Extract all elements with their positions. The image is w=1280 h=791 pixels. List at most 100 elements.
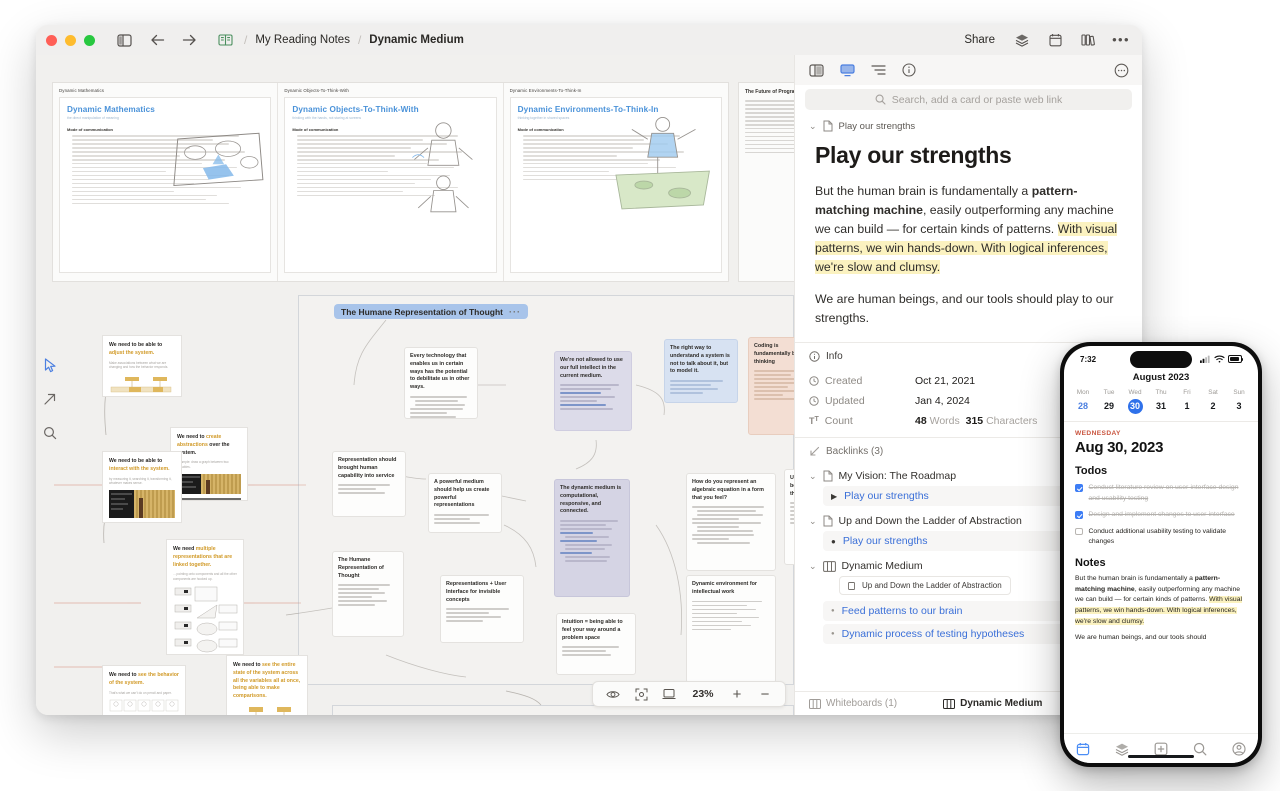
focus-icon[interactable] xyxy=(634,687,648,701)
present-icon[interactable] xyxy=(662,687,676,701)
note-card[interactable]: Representations + User Interface for inv… xyxy=(440,575,524,643)
share-button[interactable]: Share xyxy=(959,32,1000,48)
doc-column[interactable]: Dynamic Mathematics Dynamic Mathematics … xyxy=(53,83,279,281)
note-card[interactable]: How do you represent an algebraic equati… xyxy=(686,473,776,571)
display-icon[interactable] xyxy=(838,61,856,79)
calendar-month-label[interactable]: August 2023 xyxy=(1064,368,1258,389)
note-card[interactable]: Intuition = being able to feel your way … xyxy=(556,613,636,675)
calendar-day[interactable]: Fri 1 xyxy=(1174,389,1200,414)
close-button[interactable] xyxy=(46,34,57,46)
document-strip[interactable]: Dynamic Mathematics Dynamic Mathematics … xyxy=(52,82,729,282)
search-input[interactable]: Search, add a card or paste web link xyxy=(805,89,1132,110)
more-circle-icon[interactable] xyxy=(1112,61,1130,79)
slide-card[interactable]: We need to be able to interact with the … xyxy=(102,451,182,523)
library-icon[interactable] xyxy=(1077,29,1099,51)
zoom-button[interactable] xyxy=(84,34,95,46)
calendar-day[interactable]: Sun 3 xyxy=(1226,389,1252,414)
layers-tab-icon[interactable] xyxy=(1103,742,1142,756)
phone-content[interactable]: WEDNESDAY Aug 30, 2023 Todos Conduct lit… xyxy=(1064,422,1258,733)
checkbox-checked-icon[interactable] xyxy=(1075,484,1083,492)
zoom-in-button[interactable]: + xyxy=(730,686,744,703)
note-card[interactable]: Coding is fundamentally bad for thinking xyxy=(748,337,794,435)
todo-item[interactable]: Conduct literature review on user-interf… xyxy=(1075,483,1247,504)
cursor-tool-icon[interactable] xyxy=(40,355,60,375)
calendar-tab-icon[interactable] xyxy=(1064,742,1103,756)
note-card[interactable]: A powerful medium should help us create … xyxy=(428,473,502,533)
checkbox-unchecked-icon[interactable] xyxy=(1075,527,1083,536)
calendar-week-strip[interactable]: Mon 28 Tue 29 Wed 30 Thu 31 Fri 1 Sat 2 … xyxy=(1064,389,1258,422)
doc-card[interactable]: Dynamic Environments-To-Think-In thinkin… xyxy=(509,97,722,273)
doc-column[interactable]: Dynamic Objects-To-Think-With Dynamic Ob… xyxy=(278,83,504,281)
phone-status-bar: 7:32 xyxy=(1064,346,1258,368)
note-card[interactable]: Every technology that enables us in cert… xyxy=(404,347,478,419)
search-tool-icon[interactable] xyxy=(40,423,60,443)
outline-icon[interactable] xyxy=(869,61,887,79)
whiteboards-count[interactable]: Whiteboards (1) xyxy=(809,698,897,709)
slide-card[interactable]: We need multiple representations that ar… xyxy=(166,539,244,655)
slide-card[interactable]: We need to see the entire state of the s… xyxy=(226,655,308,715)
whiteboard-canvas[interactable]: Dynamic Mathematics Dynamic Mathematics … xyxy=(36,55,794,715)
doc-card[interactable]: Dynamic Objects-To-Think-With thinking w… xyxy=(284,97,497,273)
chevron-down-icon[interactable]: ⌄ xyxy=(809,471,817,482)
calendar-day[interactable]: Mon 28 xyxy=(1070,389,1096,414)
group-pill-humane[interactable]: The Humane Representation of Thought ··· xyxy=(334,304,528,319)
info-icon[interactable] xyxy=(900,61,918,79)
todo-item[interactable]: Design and implement changes to user-int… xyxy=(1075,510,1247,521)
slide-heading-pre: We need to xyxy=(109,672,139,678)
note-card[interactable]: We're not allowed to use our full intell… xyxy=(554,351,632,431)
add-tab-icon[interactable] xyxy=(1142,742,1181,756)
card-icon xyxy=(848,581,855,590)
chevron-down-icon[interactable]: ⌄ xyxy=(809,561,817,572)
note-heading: How do you represent an algebraic equati… xyxy=(692,479,764,501)
traffic-lights[interactable] xyxy=(46,34,95,46)
forward-arrow-icon[interactable] xyxy=(178,29,200,51)
canvas-zoom-bar[interactable]: 23% + − xyxy=(592,681,786,707)
page-title: Play our strengths xyxy=(815,142,1012,168)
checkbox-checked-icon[interactable] xyxy=(1075,511,1083,519)
calendar-day-selected[interactable]: Wed 30 xyxy=(1122,389,1148,414)
minimize-button[interactable] xyxy=(65,34,76,46)
zoom-out-button[interactable]: − xyxy=(758,686,772,703)
sidebar-toggle-icon[interactable] xyxy=(113,29,135,51)
doc-column[interactable]: Dynamic Environments-To-Think-In Dynamic… xyxy=(504,83,728,281)
eye-icon[interactable] xyxy=(606,687,620,701)
calendar-icon[interactable] xyxy=(1044,29,1066,51)
more-icon[interactable]: ••• xyxy=(1110,29,1132,51)
zoom-level-label[interactable]: 23% xyxy=(690,688,716,700)
arrow-tool-icon[interactable] xyxy=(40,389,60,409)
search-icon xyxy=(875,94,886,105)
search-tab-icon[interactable] xyxy=(1180,742,1219,756)
future-of-programming-card[interactable]: The Future of Programming xyxy=(738,82,794,282)
document-breadcrumb[interactable]: ⌄ Play our strengths xyxy=(795,118,1142,142)
current-whiteboard[interactable]: Dynamic Medium xyxy=(943,698,1042,709)
canvas-tool-rail[interactable] xyxy=(40,355,60,443)
note-card[interactable]: Use the body in thinking xyxy=(784,469,794,565)
chevron-down-icon[interactable]: ⌄ xyxy=(809,516,817,527)
back-arrow-icon[interactable] xyxy=(147,29,169,51)
note-card[interactable]: Representation should brought human capa… xyxy=(332,451,406,517)
calendar-day[interactable]: Sat 2 xyxy=(1200,389,1226,414)
note-card[interactable]: Dynamic environment for intellectual wor… xyxy=(686,575,776,683)
slide-heading: We need to see the behavior of the syste… xyxy=(109,672,179,688)
doc-card[interactable]: Dynamic Mathematics the direct manipulat… xyxy=(59,97,272,273)
calendar-day[interactable]: Thu 31 xyxy=(1148,389,1174,414)
chevron-down-icon[interactable]: ⌄ xyxy=(809,121,817,132)
backlink-chip[interactable]: Up and Down the Ladder of Abstraction xyxy=(839,576,1011,596)
layers-icon[interactable] xyxy=(1011,29,1033,51)
slide-card[interactable]: We need to be able to adjust the system.… xyxy=(102,335,182,397)
breadcrumb-item-reading-notes[interactable]: My Reading Notes xyxy=(255,34,350,46)
profile-tab-icon[interactable] xyxy=(1219,741,1258,756)
note-card[interactable]: The Humane Representation of Thought xyxy=(332,551,404,637)
breadcrumb-item-dynamic-medium[interactable]: Dynamic Medium xyxy=(369,34,464,46)
phone-tab-bar[interactable] xyxy=(1064,733,1258,763)
panel-split-icon[interactable] xyxy=(807,61,825,79)
book-icon[interactable] xyxy=(214,29,236,51)
note-card[interactable]: The right way to understand a system is … xyxy=(664,339,738,403)
todo-item[interactable]: Conduct additional usability testing to … xyxy=(1075,527,1247,548)
note-card[interactable]: The dynamic medium is computational, res… xyxy=(554,479,630,597)
article-content[interactable]: Play our strengths But the human brain i… xyxy=(795,142,1142,342)
group-more-icon[interactable]: ··· xyxy=(509,307,521,317)
navigation-arrows[interactable] xyxy=(147,29,200,51)
calendar-day[interactable]: Tue 29 xyxy=(1096,389,1122,414)
slide-card[interactable]: We need to see the behavior of the syste… xyxy=(102,665,186,715)
